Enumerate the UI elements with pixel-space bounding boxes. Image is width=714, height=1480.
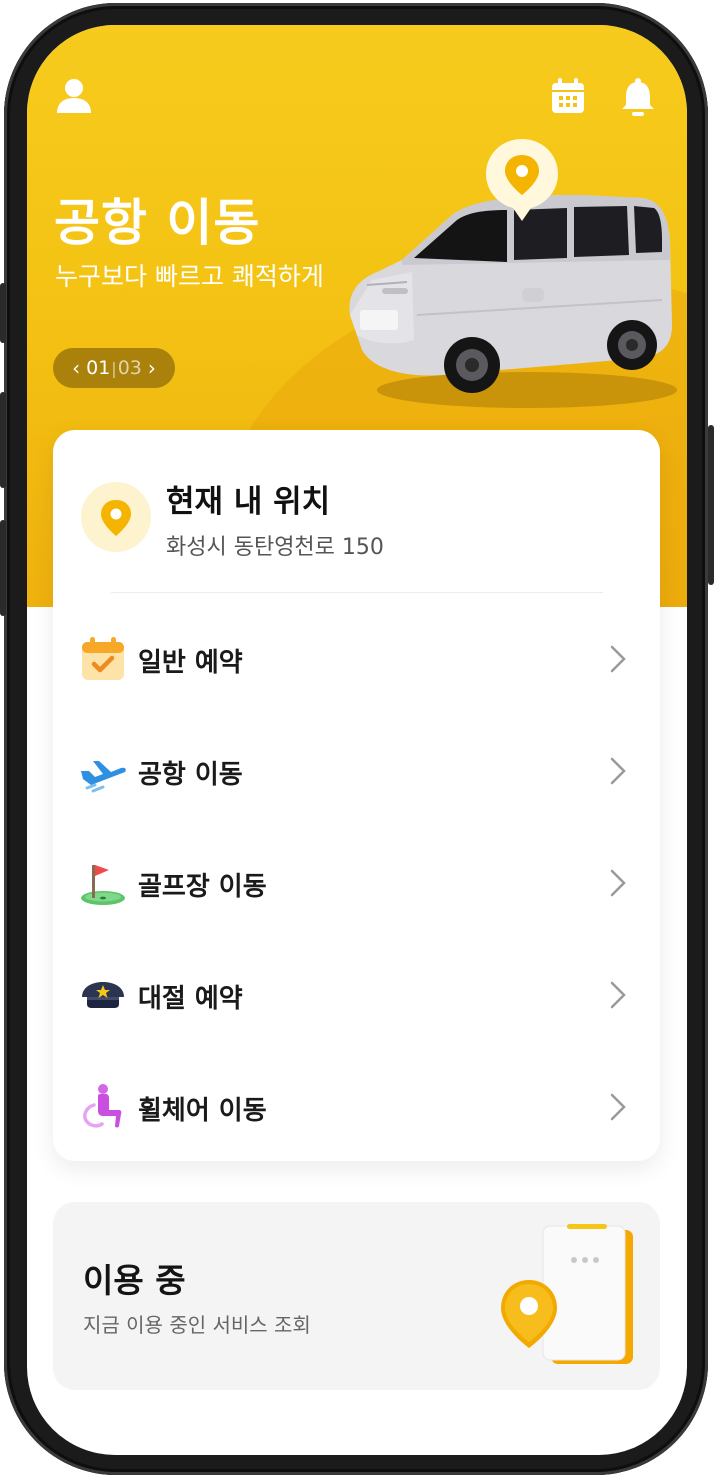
- chevron-right-icon: [610, 645, 626, 673]
- pager-next-icon[interactable]: ›: [142, 356, 162, 380]
- menu-item-charter[interactable]: 대절 예약: [53, 949, 660, 1039]
- in-use-card[interactable]: 이용 중 지금 이용 중인 서비스 조회: [53, 1202, 660, 1390]
- usage-title: 이용 중: [83, 1261, 186, 1300]
- chevron-right-icon: [610, 869, 626, 897]
- airplane-icon: [81, 761, 126, 793]
- location-title: 현재 내 위치: [166, 484, 331, 520]
- chevron-right-icon: [610, 757, 626, 785]
- menu-item-airport[interactable]: 공항 이동: [53, 725, 660, 815]
- menu-label: 골프장 이동: [138, 872, 267, 902]
- golf-flag-icon: [81, 865, 125, 905]
- menu-label: 대절 예약: [138, 984, 243, 1014]
- pager-prev-icon[interactable]: ‹: [66, 356, 86, 380]
- chauffeur-cap-icon: [82, 982, 124, 1008]
- pager-separator: |: [111, 358, 117, 378]
- location-address: 화성시 동탄영천로 150: [166, 535, 384, 560]
- usage-description: 지금 이용 중인 서비스 조회: [83, 1313, 311, 1337]
- wheelchair-icon: [83, 1084, 122, 1128]
- menu-item-general-reservation[interactable]: 일반 예약: [53, 613, 660, 703]
- calendar-check-icon: [82, 637, 124, 680]
- volume-down-button: [0, 520, 6, 616]
- location-pin-icon: [81, 482, 151, 552]
- hero-title: 공항 이동: [54, 194, 261, 252]
- calendar-icon[interactable]: [550, 77, 586, 115]
- divider: [111, 592, 603, 593]
- volume-up-button: [0, 392, 6, 488]
- pager-current: 01: [86, 357, 111, 379]
- hero-subtitle: 누구보다 빠르고 쾌적하게: [55, 262, 324, 291]
- person-icon[interactable]: [55, 77, 93, 115]
- pager-total: 03: [117, 357, 142, 379]
- app-screen: 공항 이동 누구보다 빠르고 쾌적하게 ‹ 01 | 03 › 현재 내 위치 …: [27, 25, 687, 1455]
- service-card: 현재 내 위치 화성시 동탄영천로 150 일반 예약 공항 이동 골프장 이동…: [53, 430, 660, 1161]
- location-pin-bubble-icon: [486, 139, 558, 221]
- chevron-right-icon: [610, 981, 626, 1009]
- chevron-right-icon: [610, 1093, 626, 1121]
- phone-location-icon: [501, 1224, 633, 1364]
- menu-label: 일반 예약: [138, 648, 243, 678]
- menu-item-wheelchair[interactable]: 휠체어 이동: [53, 1061, 660, 1151]
- menu-label: 휠체어 이동: [138, 1096, 267, 1126]
- banner-pager: ‹ 01 | 03 ›: [53, 348, 175, 388]
- menu-item-golf[interactable]: 골프장 이동: [53, 837, 660, 927]
- power-button: [708, 425, 714, 585]
- bell-icon[interactable]: [621, 77, 655, 117]
- menu-label: 공항 이동: [138, 760, 243, 790]
- silent-switch: [0, 283, 6, 343]
